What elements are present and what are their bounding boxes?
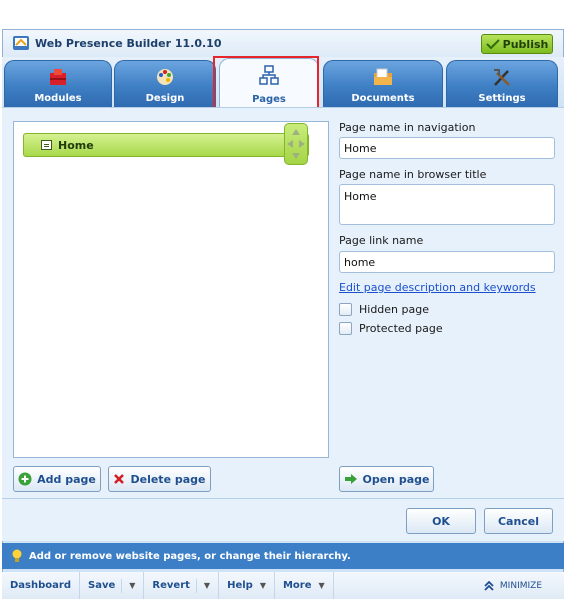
- sitemap-icon: [259, 65, 279, 85]
- help-button[interactable]: Help ▼: [219, 572, 275, 599]
- tab-pages[interactable]: Pages: [219, 58, 319, 108]
- protected-page-row[interactable]: Protected page: [339, 322, 443, 335]
- tools-icon: [494, 69, 510, 86]
- bottom-bar: Dashboard Save ▼ Revert ▼ Help ▼ More ▼ …: [2, 572, 564, 599]
- move-arrows-icon: [287, 129, 305, 159]
- publish-button[interactable]: Publish: [481, 34, 553, 54]
- edit-description-link[interactable]: Edit page description and keywords: [339, 281, 536, 294]
- dashboard-label: Dashboard: [10, 580, 71, 591]
- nav-name-input[interactable]: [339, 137, 555, 159]
- delete-page-label: Delete page: [130, 472, 206, 486]
- caret-down-icon[interactable]: ▼: [319, 581, 325, 590]
- tab-modules[interactable]: Modules: [4, 60, 112, 107]
- app-title: Web Presence Builder 11.0.10: [35, 37, 222, 50]
- link-name-label: Page link name: [339, 234, 424, 247]
- browser-title-textarea[interactable]: Home: [339, 184, 555, 225]
- lightbulb-icon: [12, 549, 22, 562]
- arrow-right-icon: [344, 474, 357, 484]
- modules-icon: [50, 69, 66, 85]
- add-icon: [18, 472, 32, 486]
- delete-icon: [114, 474, 125, 484]
- minimize-label: MINIMIZE: [499, 580, 542, 591]
- save-button[interactable]: Save ▼: [80, 572, 145, 599]
- more-label: More: [282, 580, 312, 591]
- tab-label: Pages: [252, 94, 286, 105]
- caret-down-icon[interactable]: ▼: [129, 581, 135, 590]
- revert-button[interactable]: Revert ▼: [144, 572, 220, 599]
- nav-name-label: Page name in navigation: [339, 121, 476, 134]
- separator: [121, 578, 123, 593]
- app-logo-icon: [13, 36, 29, 50]
- tab-design[interactable]: Design: [114, 60, 216, 107]
- tab-label: Modules: [34, 93, 82, 104]
- tab-label: Settings: [478, 93, 526, 104]
- open-page-button[interactable]: Open page: [339, 466, 434, 492]
- hint-text: Add or remove website pages, or change t…: [29, 550, 351, 562]
- save-label: Save: [88, 580, 116, 591]
- add-page-label: Add page: [37, 472, 96, 486]
- page-icon: [41, 140, 52, 150]
- hidden-page-label: Hidden page: [359, 303, 430, 316]
- link-name-input[interactable]: [339, 251, 555, 273]
- tree-node-home[interactable]: Home: [23, 133, 309, 157]
- minimize-button[interactable]: MINIMIZE: [484, 580, 542, 591]
- documents-icon: [374, 68, 392, 85]
- cancel-label: Cancel: [497, 514, 540, 528]
- browser-title-label: Page name in browser title: [339, 168, 487, 181]
- tab-documents[interactable]: Documents: [323, 60, 443, 107]
- tab-settings[interactable]: Settings: [446, 60, 558, 107]
- cancel-button[interactable]: Cancel: [484, 508, 553, 534]
- page-tree[interactable]: Home: [13, 121, 329, 458]
- checkmark-icon: [485, 39, 500, 49]
- protected-page-label: Protected page: [359, 322, 443, 335]
- palette-icon: [157, 69, 173, 85]
- delete-page-button[interactable]: Delete page: [108, 466, 211, 492]
- main-tabs: Modules Design Pages Documents Settings: [2, 57, 564, 108]
- hint-bar: Add or remove website pages, or change t…: [2, 543, 564, 569]
- title-bar: Web Presence Builder 11.0.10 Publish: [2, 29, 564, 57]
- more-button[interactable]: More ▼: [275, 572, 334, 599]
- revert-label: Revert: [152, 580, 190, 591]
- ok-button[interactable]: OK: [406, 508, 476, 534]
- separator: [195, 578, 197, 593]
- help-label: Help: [227, 580, 253, 591]
- tab-label: Design: [145, 93, 185, 104]
- double-chevron-up-icon: [484, 580, 494, 591]
- hidden-page-checkbox[interactable]: [339, 303, 352, 316]
- tree-node-label: Home: [58, 138, 94, 152]
- move-handle[interactable]: [284, 123, 308, 165]
- dashboard-button[interactable]: Dashboard: [2, 572, 80, 599]
- open-page-label: Open page: [362, 472, 430, 486]
- add-page-button[interactable]: Add page: [13, 466, 101, 492]
- caret-down-icon[interactable]: ▼: [260, 581, 266, 590]
- ok-label: OK: [432, 514, 450, 528]
- tab-label: Documents: [351, 93, 415, 104]
- protected-page-checkbox[interactable]: [339, 322, 352, 335]
- publish-label: Publish: [502, 37, 549, 51]
- caret-down-icon[interactable]: ▼: [204, 581, 210, 590]
- divider: [2, 498, 564, 499]
- hidden-page-row[interactable]: Hidden page: [339, 303, 429, 316]
